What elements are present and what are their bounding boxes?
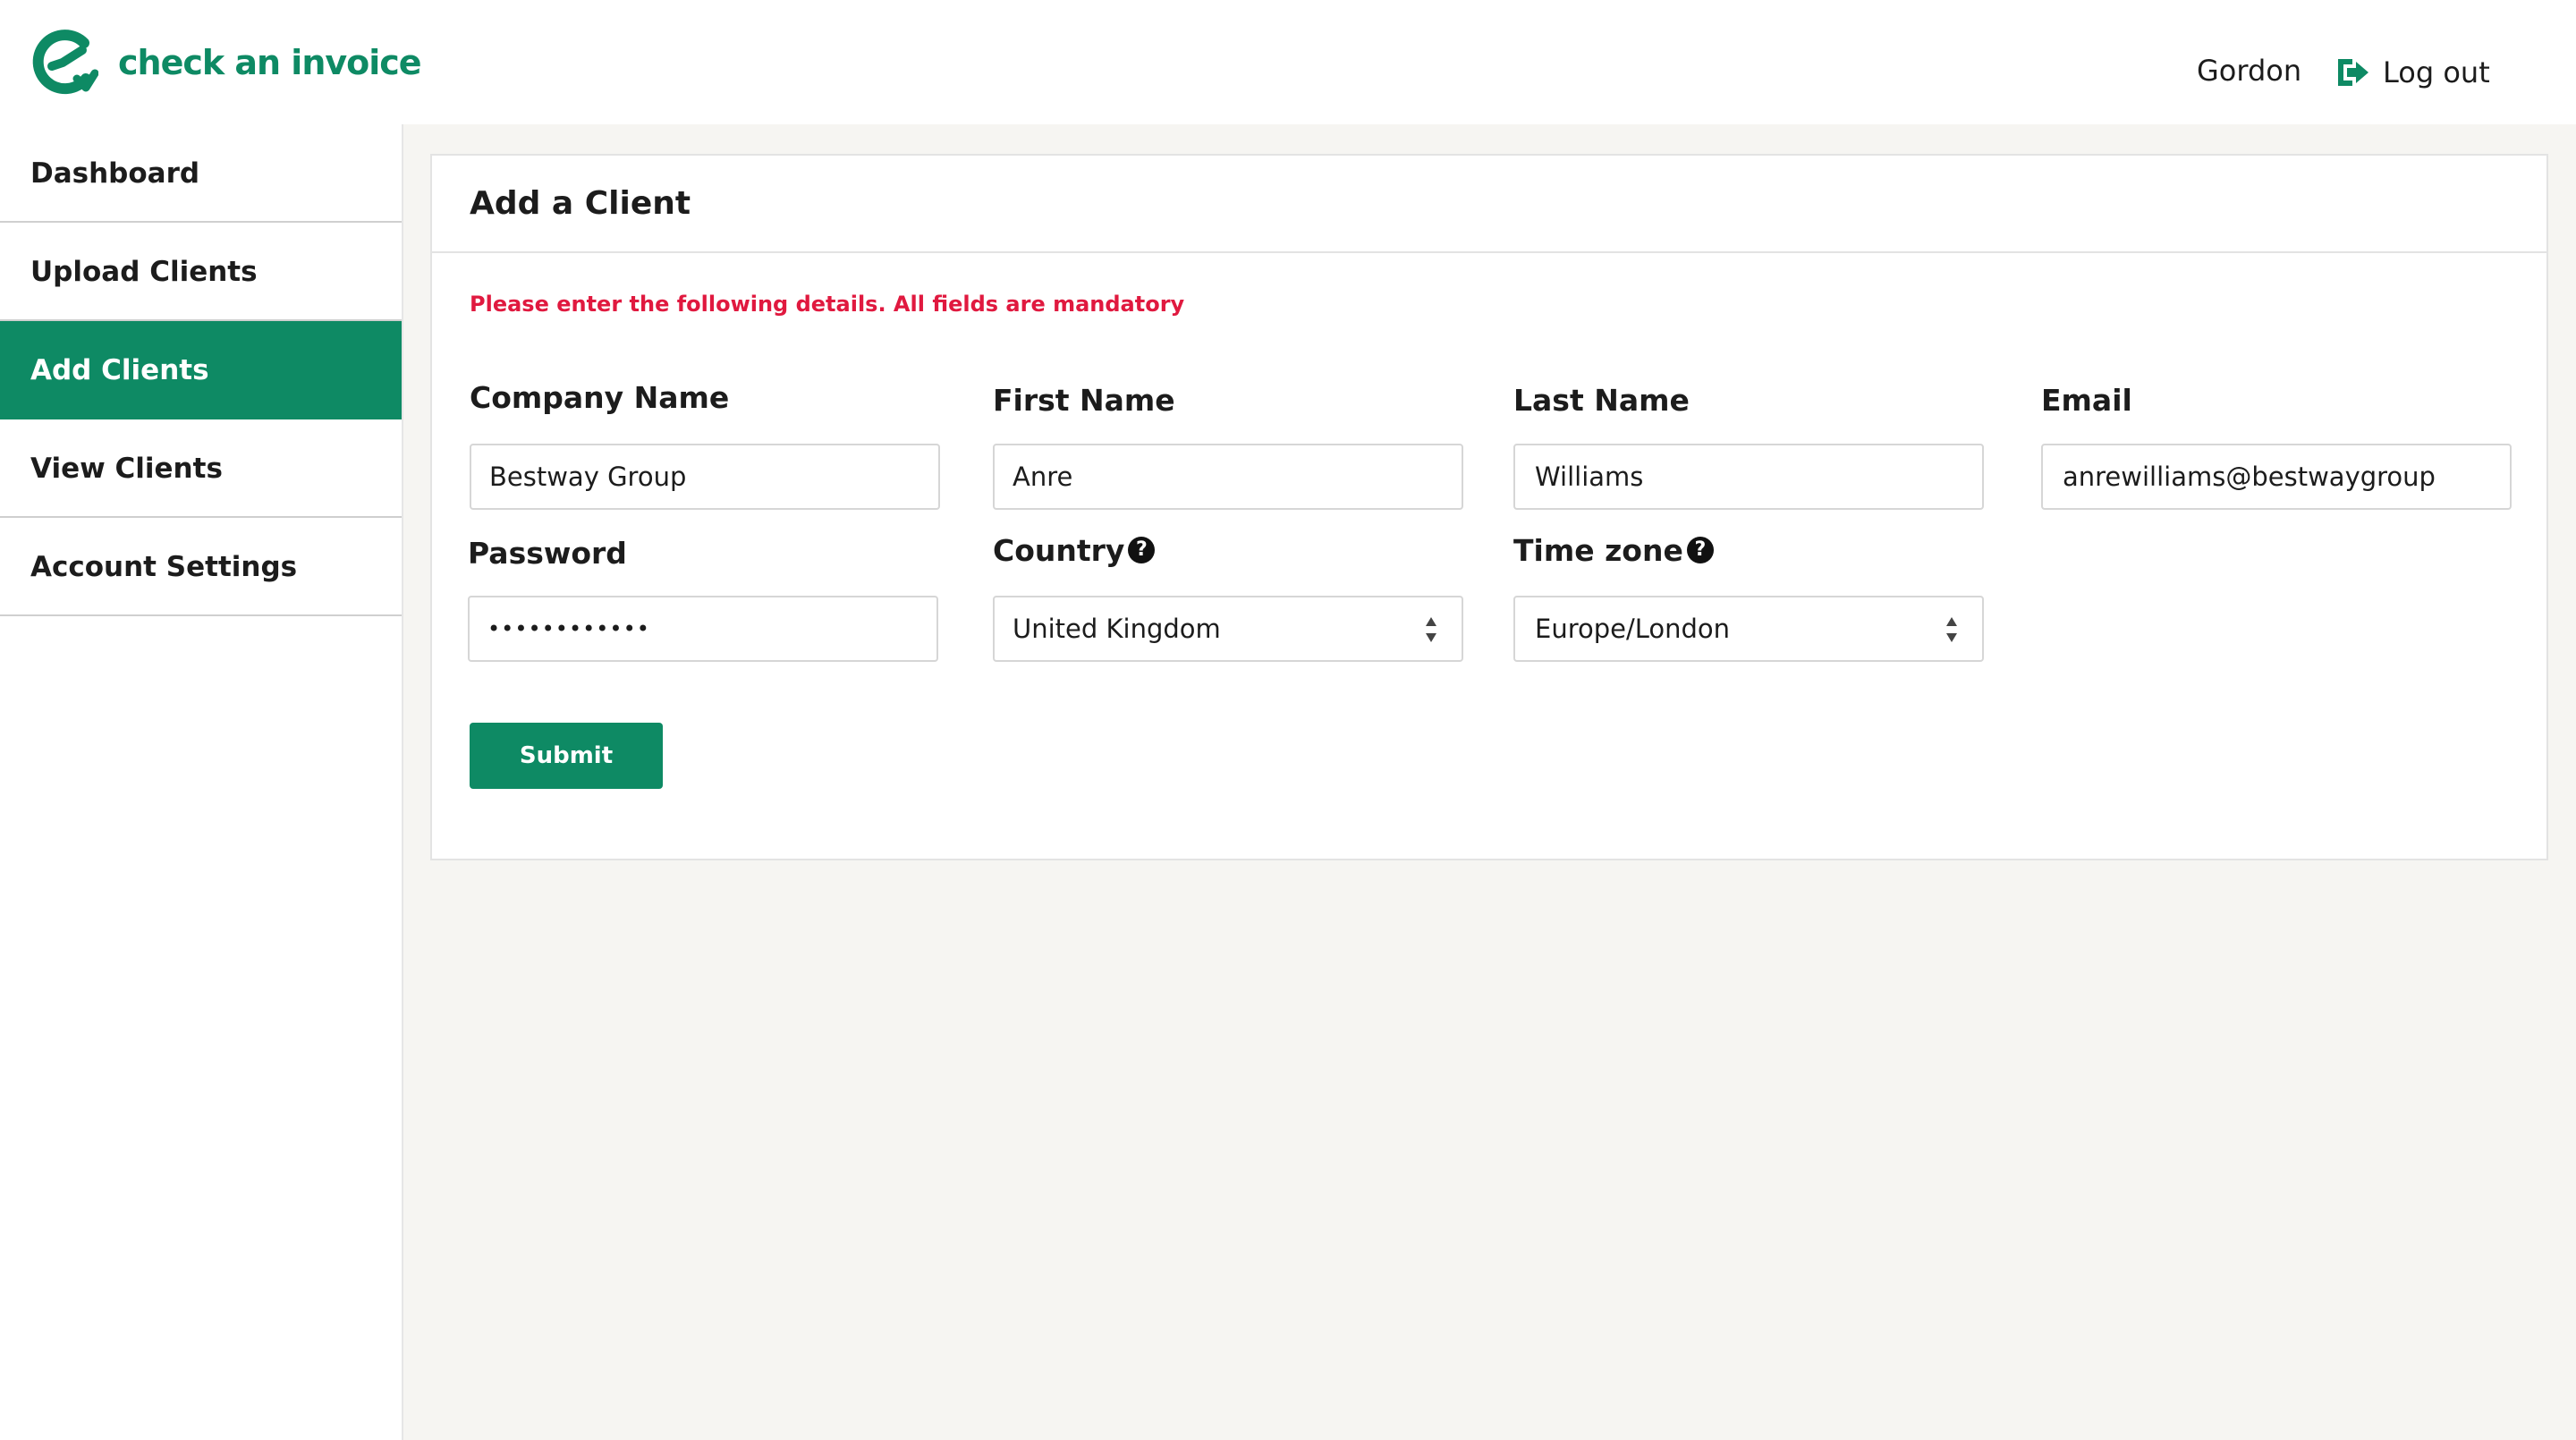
logout-button[interactable]: Log out — [2333, 54, 2490, 91]
password-field: Password •••••••••••• — [468, 535, 938, 662]
last-name-label: Last Name — [1513, 382, 1690, 418]
country-help-icon[interactable]: ? — [1128, 537, 1156, 563]
select-arrows-icon — [1426, 617, 1436, 642]
country-selected-value: United Kingdom — [1013, 614, 1221, 644]
timezone-select[interactable]: Europe/London — [1513, 596, 1984, 662]
last-name-field: Last Name — [1513, 382, 1984, 510]
mandatory-notice: Please enter the following details. All … — [470, 292, 1185, 317]
country-label: Country — [993, 532, 1125, 568]
sidebar-item-upload-clients[interactable]: Upload Clients — [0, 223, 402, 321]
first-name-input[interactable] — [993, 444, 1463, 510]
email-input[interactable] — [2041, 444, 2512, 510]
logo-text: check an invoice — [118, 43, 422, 82]
card-title: Add a Client — [432, 156, 2546, 253]
company-name-label: Company Name — [470, 379, 730, 415]
password-input[interactable]: •••••••••••• — [468, 596, 938, 662]
select-arrows-icon — [1946, 617, 1957, 642]
timezone-selected-value: Europe/London — [1535, 614, 1731, 644]
first-name-label: First Name — [993, 382, 1175, 418]
user-name: Gordon — [2197, 54, 2302, 88]
timezone-help-icon[interactable]: ? — [1686, 537, 1714, 563]
sidebar: Dashboard Upload Clients Add Clients Vie… — [0, 124, 403, 1440]
timezone-label: Time zone — [1513, 532, 1683, 568]
sidebar-item-view-clients[interactable]: View Clients — [0, 419, 402, 518]
country-select[interactable]: United Kingdom — [993, 596, 1463, 662]
email-label: Email — [2041, 382, 2132, 418]
logout-icon — [2338, 59, 2368, 86]
check-logo-icon — [32, 30, 98, 95]
logout-label: Log out — [2383, 55, 2490, 89]
company-name-field: Company Name — [470, 379, 940, 510]
sidebar-item-dashboard[interactable]: Dashboard — [0, 124, 402, 223]
logo[interactable]: check an invoice — [30, 27, 422, 98]
country-label-row: Country ? — [993, 532, 1463, 568]
top-header: check an invoice Gordon Log out — [0, 0, 2576, 124]
first-name-field: First Name — [993, 382, 1463, 510]
submit-button[interactable]: Submit — [470, 723, 663, 789]
timezone-label-row: Time zone ? — [1513, 532, 1984, 568]
company-name-input[interactable] — [470, 444, 940, 510]
sidebar-item-account-settings[interactable]: Account Settings — [0, 518, 402, 616]
country-field: Country ? United Kingdom — [993, 532, 1463, 662]
email-field: Email — [2041, 382, 2512, 510]
timezone-field: Time zone ? Europe/London — [1513, 532, 1984, 662]
password-label: Password — [468, 535, 627, 571]
sidebar-item-add-clients[interactable]: Add Clients — [0, 321, 402, 419]
add-client-card: Add a Client Please enter the following … — [430, 154, 2548, 860]
last-name-input[interactable] — [1513, 444, 1984, 510]
